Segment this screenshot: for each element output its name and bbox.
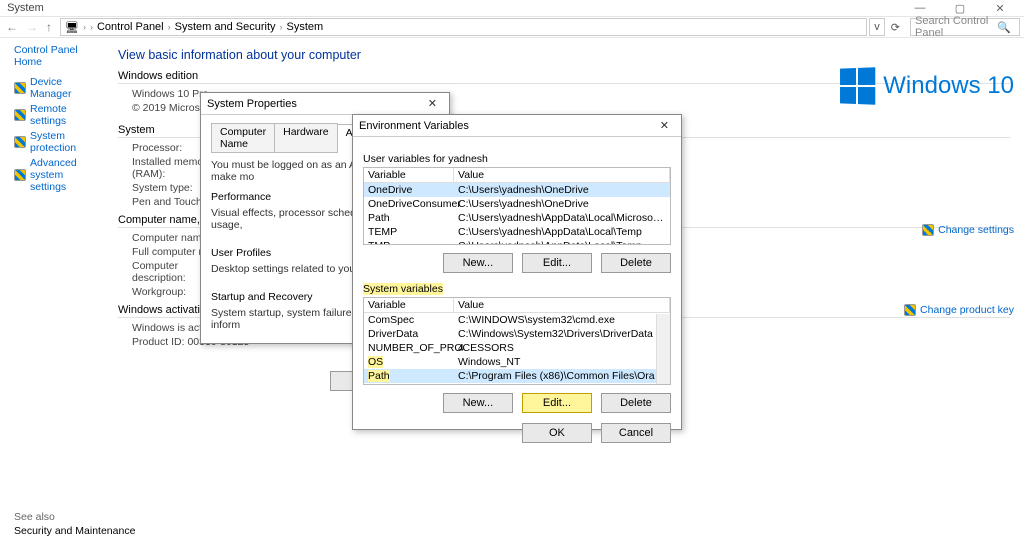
sys-vars-table[interactable]: VariableValue ComSpecC:\WINDOWS\system32… — [363, 297, 671, 385]
address-history-dropdown[interactable]: v — [869, 18, 885, 36]
col-value[interactable]: Value — [454, 298, 670, 312]
chevron-right-icon: › — [90, 22, 93, 32]
control-panel-home[interactable]: Control Panel Home — [14, 44, 102, 68]
user-var-row[interactable]: TEMPC:\Users\yadnesh\AppData\Local\Temp — [364, 225, 670, 239]
sys-var-row[interactable]: NUMBER_OF_PROCESSORS4 — [364, 341, 670, 355]
windows-logo-icon — [840, 67, 875, 104]
page-title: View basic information about your comput… — [118, 48, 1010, 62]
close-button[interactable]: ✕ — [980, 2, 1020, 15]
sysprops-title: System Properties — [207, 98, 297, 110]
crumb-control-panel[interactable]: Control Panel — [97, 21, 164, 33]
shield-icon — [14, 136, 26, 148]
breadcrumb[interactable]: 🖥› › Control Panel › System and Security… — [60, 18, 867, 36]
user-vars-caption: User variables for yadnesh — [363, 153, 671, 165]
user-delete-button[interactable]: Delete — [601, 253, 671, 273]
change-product-key-link[interactable]: Change product key — [904, 304, 1014, 316]
user-new-button[interactable]: New... — [443, 253, 513, 273]
crumb-system[interactable]: System — [287, 21, 324, 33]
sysprops-close-icon[interactable]: ✕ — [422, 97, 443, 110]
forward-icon[interactable]: → — [26, 20, 38, 34]
change-settings-link[interactable]: Change settings — [922, 224, 1014, 236]
search-placeholder: Search Control Panel — [915, 15, 997, 39]
sys-vars-scrollbar[interactable] — [656, 314, 670, 384]
shield-icon — [14, 82, 26, 94]
user-var-row[interactable]: TMPC:\Users\yadnesh\AppData\Local\Temp — [364, 239, 670, 245]
up-icon[interactable]: ↑ — [46, 20, 52, 34]
back-icon[interactable]: ← — [6, 20, 18, 34]
shield-icon — [14, 109, 26, 121]
env-title: Environment Variables — [359, 120, 469, 132]
sys-new-button[interactable]: New... — [443, 393, 513, 413]
user-var-row[interactable]: OneDriveConsumerC:\Users\yadnesh\OneDriv… — [364, 197, 670, 211]
sys-edit-button[interactable]: Edit... — [522, 393, 592, 413]
sys-var-row-path[interactable]: PathC:\Program Files (x86)\Common Files\… — [364, 369, 670, 383]
user-vars-table[interactable]: VariableValue OneDriveC:\Users\yadnesh\O… — [363, 167, 671, 245]
tab-hardware[interactable]: Hardware — [274, 123, 338, 152]
maximize-button[interactable]: ▢ — [940, 2, 980, 15]
sys-delete-button[interactable]: Delete — [601, 393, 671, 413]
sys-var-row[interactable]: DriverDataC:\Windows\System32\Drivers\Dr… — [364, 327, 670, 341]
sys-var-row[interactable]: ComSpecC:\WINDOWS\system32\cmd.exe — [364, 313, 670, 327]
windows-logo-text: Windows 10 — [883, 72, 1014, 100]
sys-var-row[interactable]: PATHEXT.COM;.EXE;.BAT;.CMD;.VBS;.VBE;.JS… — [364, 383, 670, 385]
search-icon: 🔍 — [997, 21, 1011, 34]
col-variable[interactable]: Variable — [364, 168, 454, 182]
tab-computer-name[interactable]: Computer Name — [211, 123, 275, 152]
env-close-icon[interactable]: ✕ — [654, 119, 675, 132]
see-also-label: See also — [14, 511, 135, 523]
user-var-row[interactable]: PathC:\Users\yadnesh\AppData\Local\Micro… — [364, 211, 670, 225]
col-variable[interactable]: Variable — [364, 298, 454, 312]
env-cancel-button[interactable]: Cancel — [601, 423, 671, 443]
user-edit-button[interactable]: Edit... — [522, 253, 592, 273]
sidebar-item-remote-settings[interactable]: Remote settings — [14, 103, 102, 127]
window-title: System — [7, 2, 44, 14]
env-vars-dialog: Environment Variables ✕ User variables f… — [352, 114, 682, 430]
sidebar-item-device-manager[interactable]: Device Manager — [14, 76, 102, 100]
minimize-button[interactable]: — — [900, 2, 940, 14]
sidebar-item-system-protection[interactable]: System protection — [14, 130, 102, 154]
sys-var-row[interactable]: OSWindows_NT — [364, 355, 670, 369]
sidebar-item-advanced-settings[interactable]: Advanced system settings — [14, 157, 102, 193]
shield-icon — [14, 169, 26, 181]
windows-logo: Windows 10 — [839, 68, 1014, 104]
see-also-security[interactable]: Security and Maintenance — [14, 525, 135, 537]
pc-icon: 🖥 — [65, 21, 79, 34]
user-var-row[interactable]: OneDriveC:\Users\yadnesh\OneDrive — [364, 183, 670, 197]
sys-vars-caption: System variables — [363, 283, 443, 295]
crumb-system-security[interactable]: System and Security — [175, 21, 276, 33]
env-ok-button[interactable]: OK — [522, 423, 592, 443]
col-value[interactable]: Value — [454, 168, 670, 182]
refresh-icon[interactable]: ⟳ — [885, 21, 906, 34]
search-input[interactable]: Search Control Panel 🔍 — [910, 18, 1020, 36]
